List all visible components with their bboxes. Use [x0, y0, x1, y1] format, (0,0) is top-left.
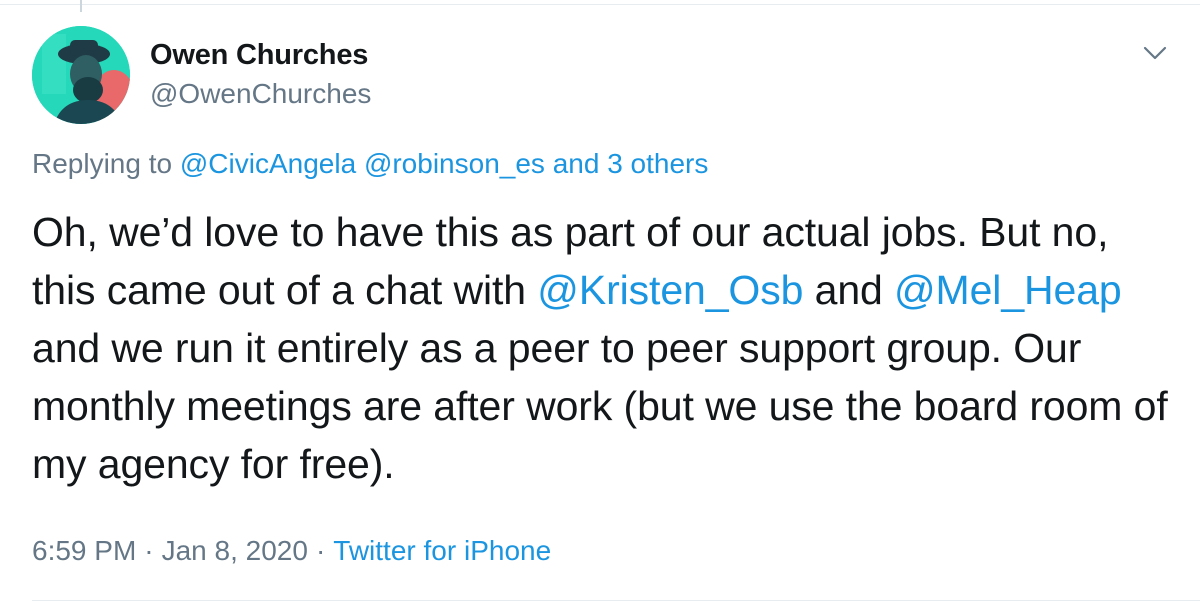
mention-link[interactable]: @CivicAngela — [180, 148, 356, 179]
mention-link[interactable]: @Kristen_Osb — [537, 267, 803, 313]
meta-separator: · — [144, 535, 154, 566]
mention-link[interactable]: @Mel_Heap — [894, 267, 1122, 313]
mention-link[interactable]: @robinson_es — [364, 148, 545, 179]
tweet-text-segment: and we run it entirely as a peer to peer… — [32, 325, 1168, 487]
replying-joiner[interactable]: and — [553, 148, 600, 179]
top-divider — [0, 4, 1200, 5]
tweet-text: Oh, we’d love to have this as part of ou… — [32, 203, 1182, 493]
avatar[interactable] — [32, 26, 130, 124]
tweet-header: Owen Churches @OwenChurches — [32, 26, 1170, 126]
replying-to: Replying to @CivicAngela @robinson_es an… — [32, 146, 708, 182]
replying-others-link[interactable]: 3 others — [607, 148, 708, 179]
user-info: Owen Churches @OwenChurches — [150, 38, 371, 112]
replying-prefix: Replying to — [32, 148, 173, 179]
tweet-metadata: 6:59 PM · Jan 8, 2020 · Twitter for iPhone — [32, 533, 551, 569]
user-handle[interactable]: @OwenChurches — [150, 76, 371, 112]
display-name[interactable]: Owen Churches — [150, 38, 371, 72]
thread-connector-line — [80, 0, 82, 12]
tweet-time[interactable]: 6:59 PM — [32, 535, 136, 566]
meta-separator: · — [315, 535, 326, 566]
tweet-source-link[interactable]: Twitter for iPhone — [333, 535, 551, 566]
tweet-date[interactable]: Jan 8, 2020 — [162, 535, 308, 566]
avatar-image — [32, 26, 130, 124]
tweet-text-segment: and — [803, 267, 895, 313]
chevron-down-icon[interactable] — [1140, 38, 1170, 68]
